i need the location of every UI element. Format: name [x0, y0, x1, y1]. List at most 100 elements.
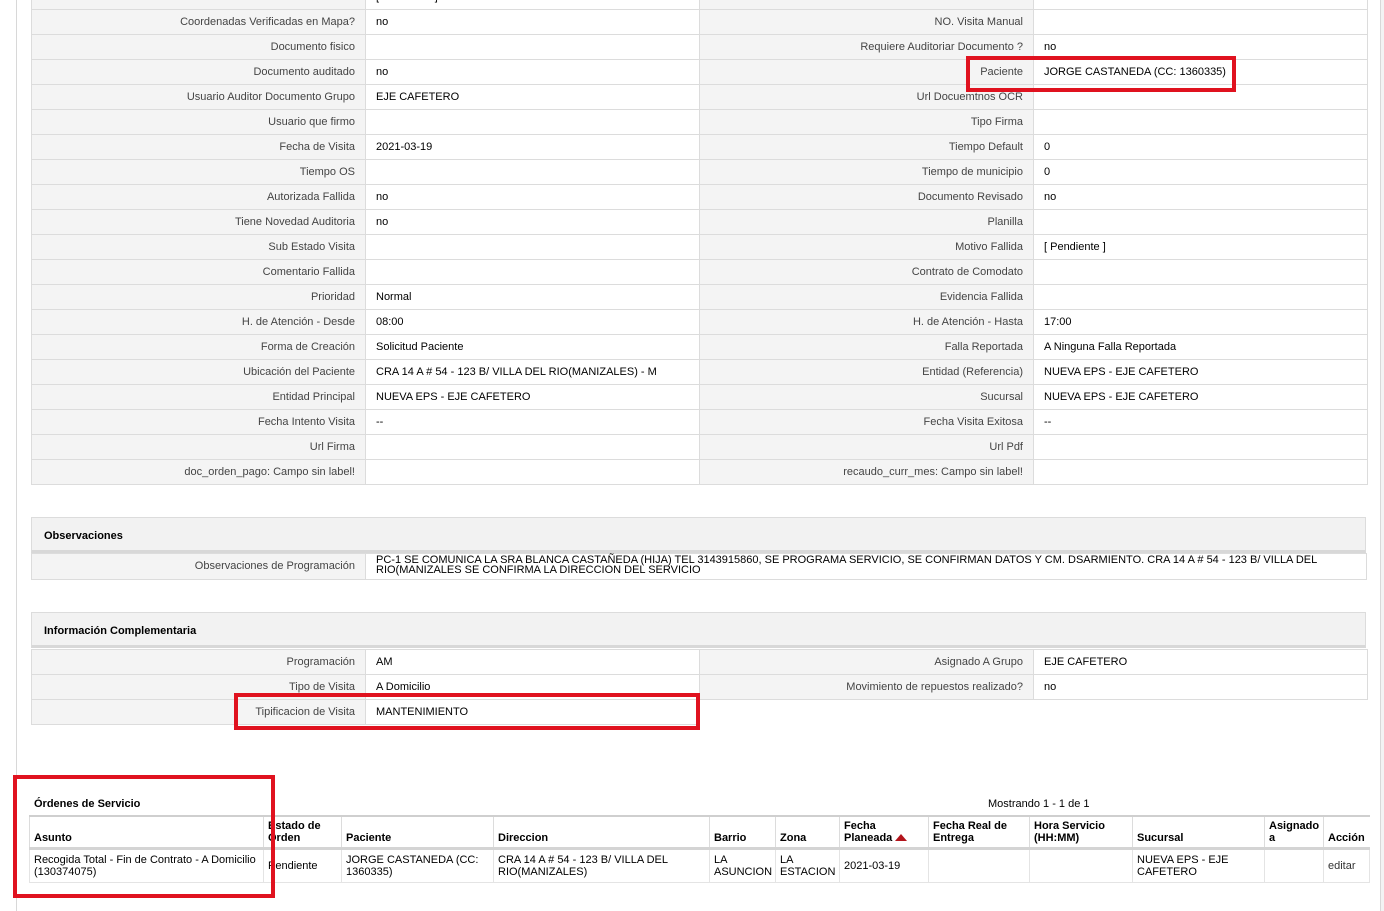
field-label: Forma de Datos GPS — [31, 0, 366, 10]
field-value — [365, 259, 700, 285]
detail-row: Tiene Novedad Auditoria no Planilla — [31, 209, 1368, 235]
cell-barrio: LA ASUNCION — [709, 847, 776, 883]
detail-row: Comentario Fallida Contrato de Comodato — [31, 259, 1368, 285]
field-label: Falla Reportada — [699, 334, 1034, 360]
pagination-info: Mostrando 1 - 1 de 1 — [988, 798, 1090, 810]
detail-row: Url Firma Url Pdf — [31, 434, 1368, 460]
detail-row: Tiempo OS Tiempo de municipio 0 — [31, 159, 1368, 185]
field-label: NO. Visita Manual — [699, 9, 1034, 35]
column-header-hora[interactable]: Hora Servicio (HH:MM) — [1029, 815, 1133, 850]
field-value: EJE CAFETERO — [365, 84, 700, 110]
field-value: NUEVA EPS - EJE CAFETERO — [365, 384, 700, 410]
sort-ascending-icon[interactable] — [895, 834, 908, 842]
column-header-estado[interactable]: Estado de Orden — [263, 815, 342, 850]
field-label: H. de Atención - Hasta — [699, 309, 1034, 335]
field-label: Documento fisico — [31, 34, 366, 60]
field-label: Tiempo de municipio — [699, 159, 1034, 185]
cell-sucursal: NUEVA EPS - EJE CAFETERO — [1132, 847, 1265, 883]
field-label: Url Firma — [31, 434, 366, 460]
field-value: 0 — [1033, 134, 1368, 160]
field-value: no — [365, 59, 700, 85]
field-value: Solicitud Paciente — [365, 334, 700, 360]
field-value: CRA 14 A # 54 - 123 B/ VILLA DEL RIO(MAN… — [365, 359, 700, 385]
field-label: Fecha Intento Visita — [31, 409, 366, 435]
field-value — [365, 109, 700, 135]
info-complementaria-header: Información Complementaria — [31, 612, 1366, 648]
field-label: Corrección de Dirección — [699, 0, 1034, 10]
field-value: A Ninguna Falla Reportada — [1033, 334, 1368, 360]
field-label: Usuario Auditor Documento Grupo — [31, 84, 366, 110]
field-value — [365, 234, 700, 260]
field-label: Usuario que firmo — [31, 109, 366, 135]
field-label: Tiene Novedad Auditoria — [31, 209, 366, 235]
highlight-box-paciente — [966, 56, 1236, 92]
field-value — [365, 434, 700, 460]
column-header-fecha-planeada[interactable]: Fecha Planeada — [839, 815, 929, 850]
field-label: Fecha Visita Exitosa — [699, 409, 1034, 435]
field-label: Forma de Creación — [31, 334, 366, 360]
detail-row: Forma de Datos GPS [ Pendiente ] Correcc… — [31, 0, 1368, 10]
column-header-label: Fecha Planeada — [844, 819, 893, 844]
field-value: no — [365, 209, 700, 235]
highlight-box-tipificacion — [234, 693, 700, 730]
observaciones-row: Observaciones de Programación PC-1 SE CO… — [31, 553, 1367, 580]
field-value: NUEVA EPS - EJE CAFETERO — [1033, 359, 1368, 385]
cell-zona: LA ESTACION — [775, 847, 840, 883]
field-label: Prioridad — [31, 284, 366, 310]
field-label: Entidad Principal — [31, 384, 366, 410]
field-label: doc_orden_pago: Campo sin label! — [31, 459, 366, 485]
detail-row: Forma de Creación Solicitud Paciente Falla… — [31, 334, 1368, 360]
field-label: Entidad (Referencia) — [699, 359, 1034, 385]
edit-link[interactable]: editar — [1328, 860, 1356, 872]
cell-asignado — [1264, 847, 1324, 883]
column-header-paciente[interactable]: Paciente — [341, 815, 494, 850]
field-label: Evidencia Fallida — [699, 284, 1034, 310]
field-value — [1033, 434, 1368, 460]
field-value — [365, 159, 700, 185]
column-header-barrio[interactable]: Barrio — [709, 815, 776, 850]
column-header-zona[interactable]: Zona — [775, 815, 840, 850]
field-label: Fecha de Visita — [31, 134, 366, 160]
field-value: NUEVA EPS - EJE CAFETERO — [1033, 384, 1368, 410]
detail-row: H. de Atención - Desde 08:00 H. de Atenció… — [31, 309, 1368, 335]
field-value — [1033, 209, 1368, 235]
field-value — [365, 34, 700, 60]
field-value — [1033, 259, 1368, 285]
column-header-sucursal[interactable]: Sucursal — [1132, 815, 1265, 850]
field-label: Comentario Fallida — [31, 259, 366, 285]
field-value: 08:00 — [365, 309, 700, 335]
field-value: 0 — [1033, 159, 1368, 185]
field-value: 2021-03-19 — [365, 134, 700, 160]
detail-row: Sub Estado Visita Motivo Fallida[ Pendien… — [31, 234, 1368, 260]
cell-fecha-real — [928, 847, 1030, 883]
field-label: recaudo_curr_mes: Campo sin label! — [699, 459, 1034, 485]
field-value: no — [1033, 674, 1368, 700]
field-value — [1033, 459, 1368, 485]
field-label: Observaciones de Programación — [32, 554, 366, 579]
field-label: Tiempo OS — [31, 159, 366, 185]
field-value: no — [1033, 184, 1368, 210]
cell-hora — [1029, 847, 1133, 883]
detail-row: Ubicación del Paciente CRA 14 A # 54 - 12… — [31, 359, 1368, 385]
field-label: H. de Atención - Desde — [31, 309, 366, 335]
detail-row: Autorizada Fallida no Documento Revisado no — [31, 184, 1368, 210]
column-header-direccion[interactable]: Direccion — [493, 815, 710, 850]
field-label: Url Pdf — [699, 434, 1034, 460]
field-value — [1033, 109, 1368, 135]
cell-paciente: JORGE CASTANEDA (CC: 1360335) — [341, 847, 494, 883]
cell-direccion: CRA 14 A # 54 - 123 B/ VILLA DEL RIO(MAN… — [493, 847, 710, 883]
field-label: Programación — [31, 649, 366, 675]
field-label: Tipo Firma — [699, 109, 1034, 135]
column-header-fecha-real[interactable]: Fecha Real de Entrega — [928, 815, 1030, 850]
field-value — [1033, 0, 1368, 10]
field-label: Sucursal — [699, 384, 1034, 410]
field-label: Ubicación del Paciente — [31, 359, 366, 385]
field-label: Documento auditado — [31, 59, 366, 85]
column-header-asignado[interactable]: Asignado a — [1264, 815, 1324, 850]
detail-row: Programación AM Asignado A Grupo EJE CAFETE… — [31, 649, 1368, 675]
detail-row: Fecha Intento Visita -- Fecha Visita Exito… — [31, 409, 1368, 435]
field-label: Documento Revisado — [699, 184, 1034, 210]
field-value — [1033, 284, 1368, 310]
field-value — [365, 459, 700, 485]
observaciones-header: Observaciones — [31, 517, 1366, 553]
